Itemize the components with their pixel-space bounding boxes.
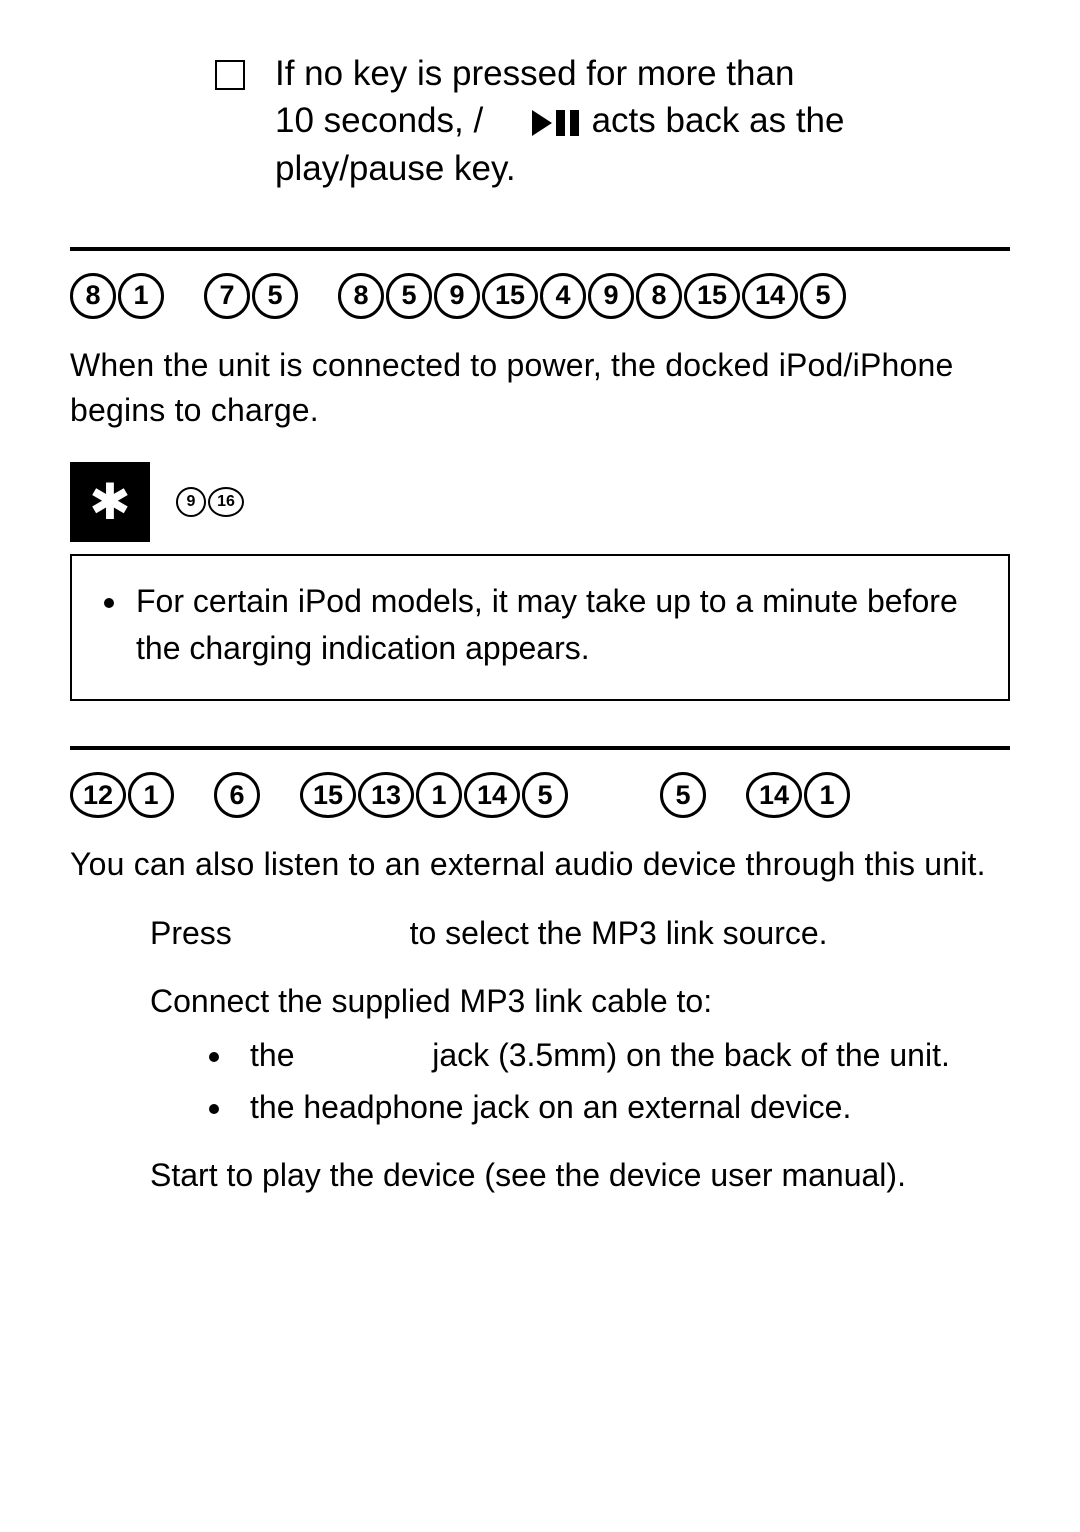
circled-number: 9 [434,273,480,319]
circled-number: 16 [208,487,244,517]
top-note: If no key is pressed for more than 10 se… [215,50,970,192]
heading-word: 7 5 [204,273,298,319]
top-note-text: If no key is pressed for more than 10 se… [275,50,844,192]
circled-number: 12 [70,772,126,818]
heading-word: 14 1 [746,772,850,818]
checkbox-icon [215,60,245,90]
circled-number: 5 [660,772,706,818]
step2-sub-b: the headphone jack on an external device… [235,1083,1010,1131]
step1-press: Press [150,915,232,951]
step-2: Connect the supplied MP3 link cable to: … [150,977,1010,1131]
top-note-line2a: 10 seconds, / [275,101,483,140]
heading-word: 15 13 1 14 5 [300,772,568,818]
source-body: You can also listen to an external audio… [70,842,1010,887]
section-divider [70,746,1010,750]
step2a-rest: jack (3.5mm) on the back of the unit. [432,1037,950,1073]
step-3: Start to play the device (see the device… [150,1151,1010,1199]
circled-number: 7 [204,273,250,319]
step1-rest: to select the MP3 link source. [410,915,828,951]
step2-intro: Connect the supplied MP3 link cable to: [150,983,712,1019]
circled-number: 15 [300,772,356,818]
step-1: Press to select the MP3 link source. [150,909,1010,957]
circled-number: 15 [684,273,740,319]
circled-number: 5 [800,273,846,319]
circled-number: 1 [118,273,164,319]
circled-number: 14 [746,772,802,818]
note-box: For certain iPod models, it may take up … [70,554,1010,701]
circled-number: 5 [522,772,568,818]
heading-word: 8 5 9 15 4 9 8 15 14 5 [338,273,846,319]
circled-number: 8 [338,273,384,319]
circled-number: 8 [636,273,682,319]
heading-word: 12 1 [70,772,174,818]
top-note-line1: If no key is pressed for more than [275,54,794,93]
circled-number: 5 [386,273,432,319]
circled-number: 14 [464,772,520,818]
page: If no key is pressed for more than 10 se… [0,0,1080,1532]
circled-number: 5 [252,273,298,319]
top-note-line3: play/pause key. [275,149,516,188]
circled-number: 9 [176,487,206,517]
asterisk-icon: ✱ [70,462,150,542]
heading-word: 8 1 [70,273,164,319]
circled-number: 15 [482,273,538,319]
circled-number: 6 [214,772,260,818]
steps-list: Press to select the MP3 link source. Con… [70,909,1010,1199]
circled-number: 13 [358,772,414,818]
note-label: 9 16 [176,487,244,517]
heading-source: 12 1 6 15 13 1 14 5 5 14 1 [70,772,1080,818]
section-divider [70,247,1010,251]
top-note-line2b: acts back as the [592,101,845,140]
circled-number: 8 [70,273,116,319]
charge-body: When the unit is connected to power, the… [70,343,1010,433]
heading-word: 5 [660,772,706,818]
note-header: ✱ 9 16 [70,462,1010,542]
circled-number: 1 [804,772,850,818]
circled-number: 1 [416,772,462,818]
circled-number: 14 [742,273,798,319]
step2a-the: the [250,1037,294,1073]
circled-number: 9 [588,273,634,319]
note-item: For certain iPod models, it may take up … [130,578,978,671]
heading-charge: 8 1 7 5 8 5 9 15 4 9 8 15 14 5 [70,273,1010,319]
circled-number: 1 [128,772,174,818]
heading-word: 6 [214,772,260,818]
circled-number: 4 [540,273,586,319]
step2-sub-a: the jack (3.5mm) on the back of the unit… [235,1031,1010,1079]
play-pause-icon [532,110,582,136]
